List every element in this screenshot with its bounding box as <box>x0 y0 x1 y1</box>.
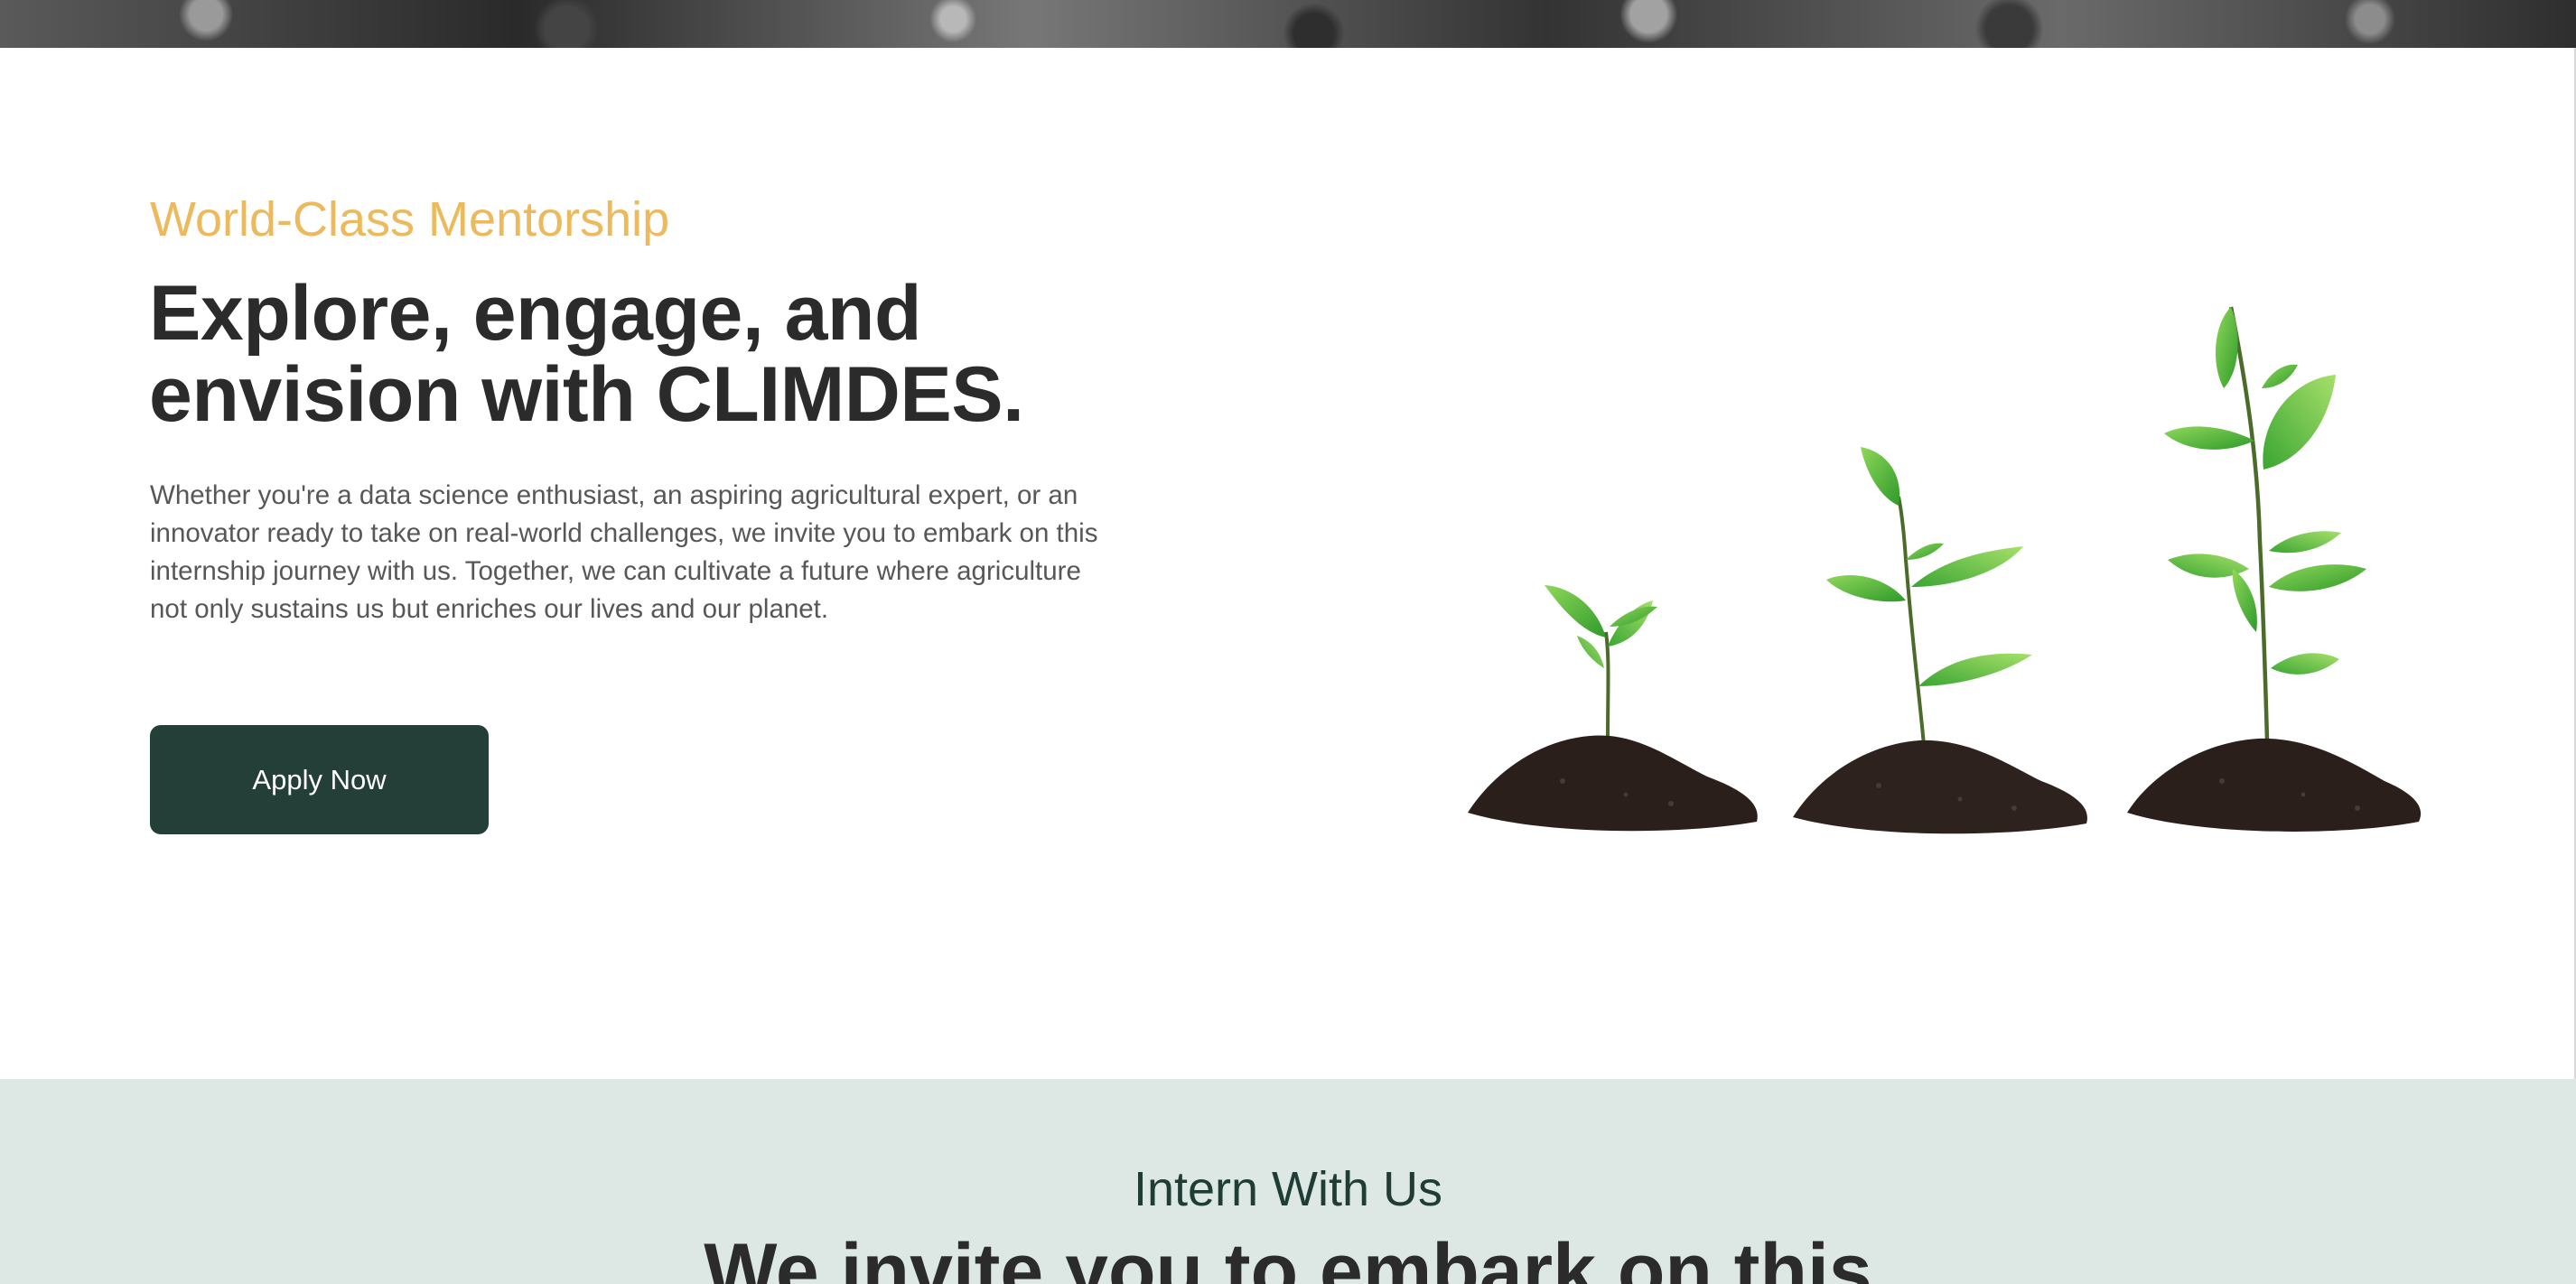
seedling-medium <box>1826 447 2032 746</box>
hero-intro-text: Whether you're a data science enthusiast… <box>150 480 1098 624</box>
hero-headline: Explore, engage, and envision with CLIMDE… <box>149 273 1233 435</box>
apply-now-button[interactable]: Apply Now <box>150 725 489 834</box>
section-kicker: Intern With Us <box>1133 1162 1443 1216</box>
soil-mounds <box>1468 735 2422 834</box>
hero-headline-line-2: envision with CLIMDES. <box>149 351 1024 438</box>
seedling-large <box>2164 306 2366 741</box>
section-heading: We invite you to embark on this <box>704 1228 1872 1284</box>
header-background-image <box>0 0 2576 48</box>
hero-eyebrow: World-Class Mentorship <box>150 192 670 247</box>
hero-headline-line-1: Explore, engage, and <box>149 270 922 357</box>
growing-seedlings-icon <box>1468 306 2422 834</box>
intern-with-us-section: Intern With Us We invite you to embark o… <box>0 1079 2576 1284</box>
seedling-small <box>1545 585 1657 741</box>
